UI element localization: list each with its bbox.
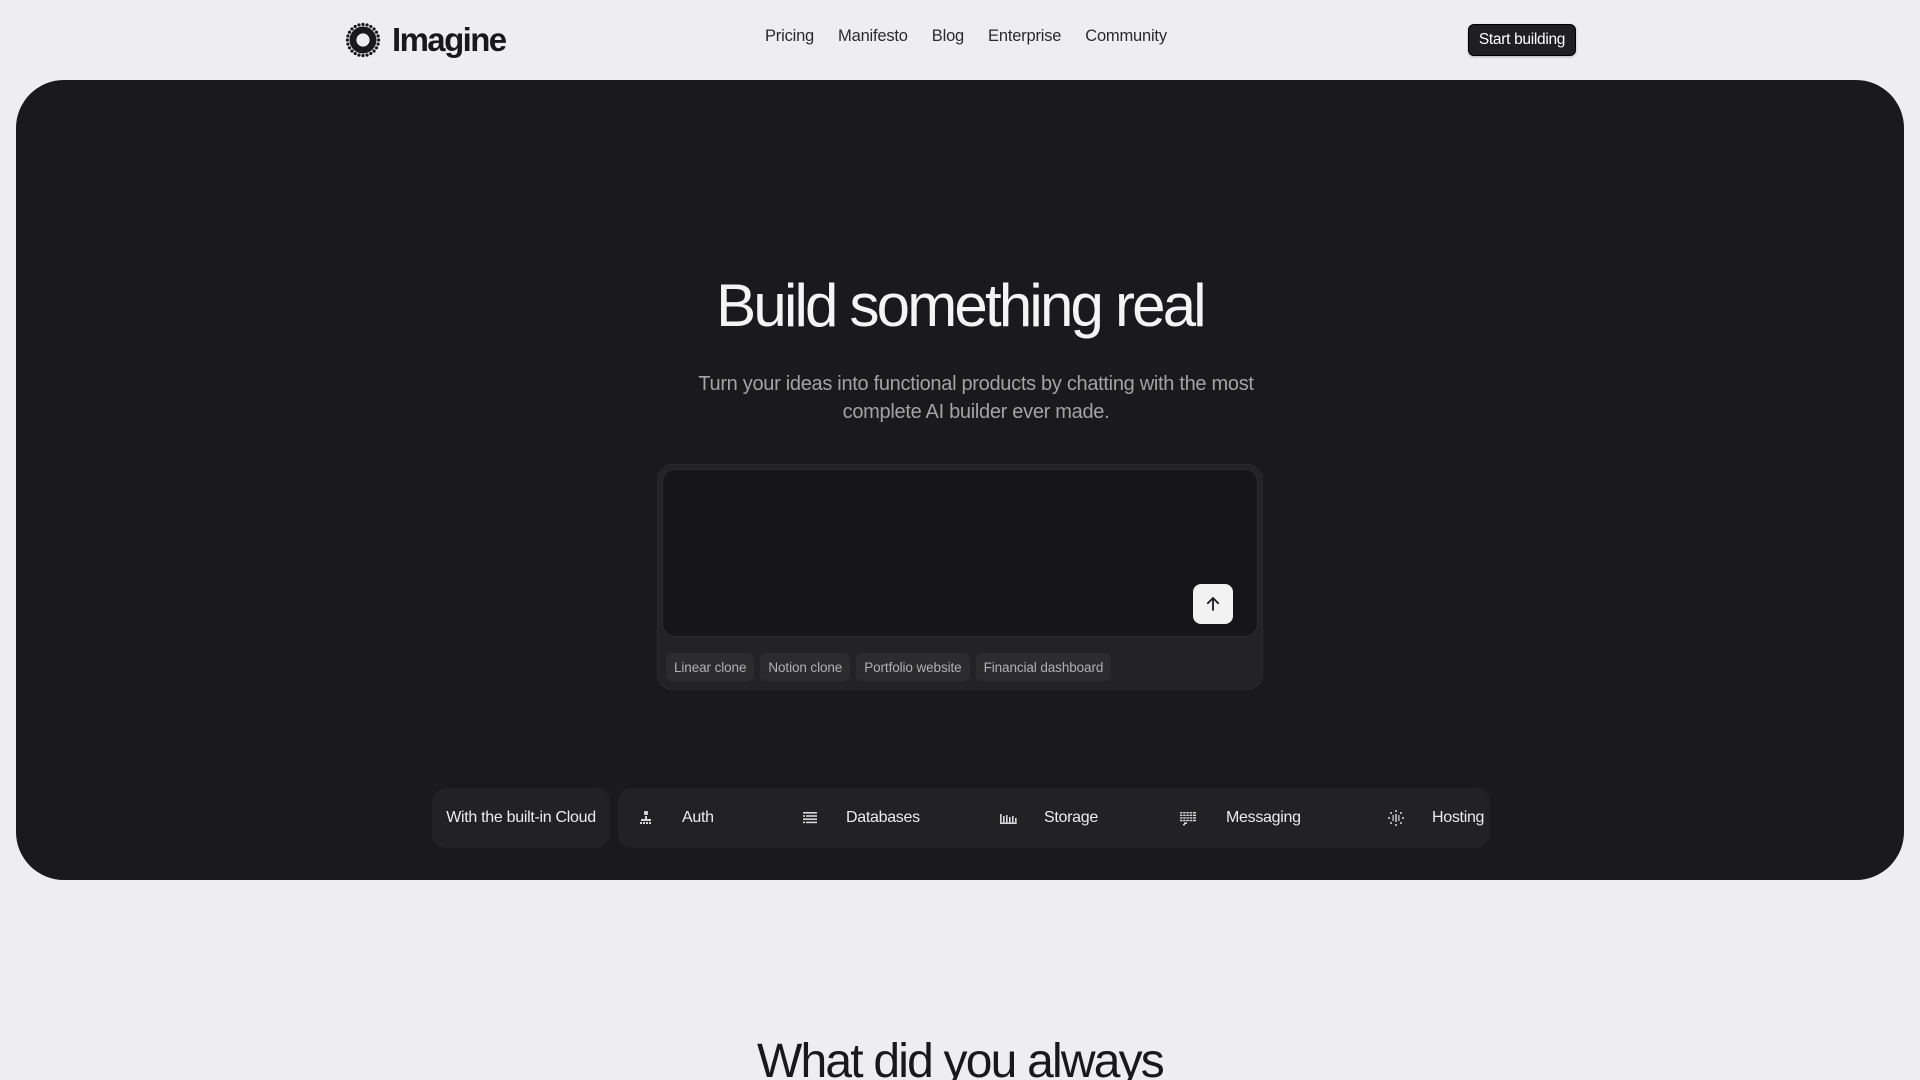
sunburst-logo-icon [345,22,381,58]
prompt-card: Linear clone Notion clone Portfolio webs… [657,464,1263,690]
section-title: What did you always [756,1035,1165,1080]
send-button[interactable] [1193,584,1233,624]
feature-label-storage: Storage [1044,809,1098,826]
nav-link-community[interactable]: Community [1085,27,1167,46]
nav-link-manifesto[interactable]: Manifesto [838,27,908,46]
site-header: Imagine Pricing Manifesto Blog Enterpris… [0,0,1920,80]
nav-link-enterprise[interactable]: Enterprise [988,27,1061,46]
suggestion-chip-portfolio-website[interactable]: Portfolio website [856,653,970,681]
hero-subtitle: Turn your ideas into functional products… [698,373,1254,423]
arrow-up-icon [1206,597,1220,611]
nav-link-pricing[interactable]: Pricing [765,27,814,46]
hero-section: Build something real Turn your ideas int… [16,80,1904,880]
user-icon [640,811,651,824]
main-nav: Pricing Manifesto Blog Enterprise Commun… [765,27,1167,46]
database-icon [803,812,817,824]
suggestion-chips: Linear clone Notion clone Portfolio webs… [666,653,1112,681]
messaging-icon [1180,812,1196,826]
start-building-button[interactable]: Start building [1468,24,1576,56]
prompt-input[interactable] [662,469,1258,637]
suggestion-chip-linear-clone[interactable]: Linear clone [666,653,755,681]
nav-link-blog[interactable]: Blog [932,27,964,46]
feature-label-messaging: Messaging [1226,809,1301,826]
feature-messaging[interactable]: Messaging [1168,788,1368,848]
suggestion-chip-notion-clone[interactable]: Notion clone [760,653,851,681]
brand-name: Imagine [392,21,507,58]
feature-label-auth: Auth [682,809,714,826]
cloud-features-bar: Auth Databases Storage Messaging Hosting [618,788,1490,848]
cloud-label: With the built-in Cloud [432,788,610,848]
brand-logo[interactable]: Imagine [344,20,507,60]
storage-icon [1000,814,1017,824]
feature-databases[interactable]: Databases [788,788,988,848]
feature-hosting[interactable]: Hosting [1368,788,1490,848]
feature-label-databases: Databases [846,809,920,826]
feature-auth[interactable]: Auth [618,788,788,848]
suggestion-chip-financial-dashboard[interactable]: Financial dashboard [975,653,1112,681]
hero-title: Build something real [716,272,1206,339]
feature-label-hosting: Hosting [1432,809,1485,826]
feature-storage[interactable]: Storage [988,788,1168,848]
globe-icon [1388,810,1404,826]
